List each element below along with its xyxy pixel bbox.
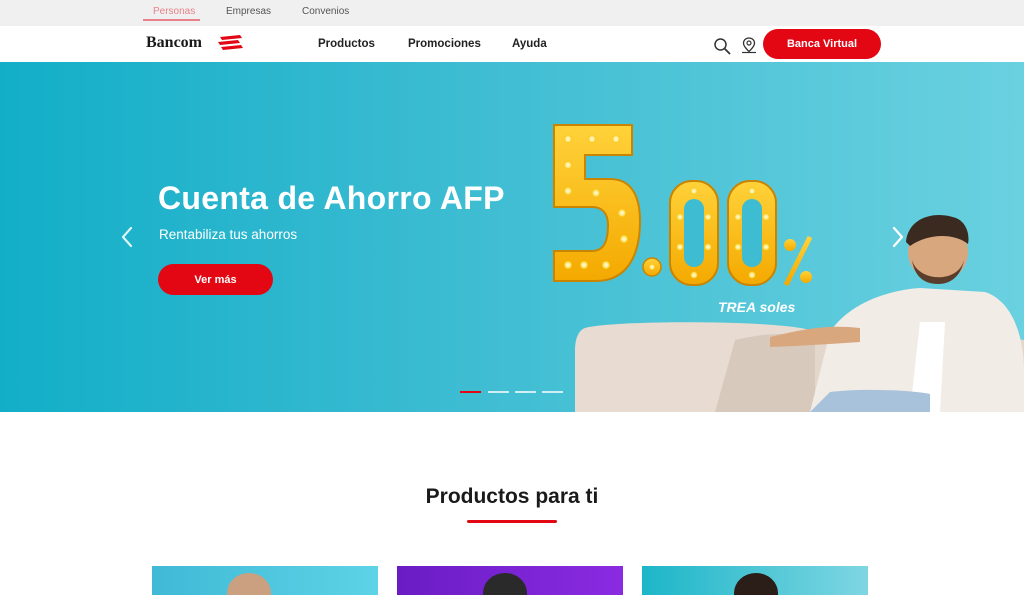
product-card-1[interactable] [152, 566, 378, 595]
segment-bar: Personas Empresas Convenios [0, 0, 1024, 26]
hero-title: Cuenta de Ahorro AFP [158, 180, 505, 216]
active-tab-indicator [143, 19, 200, 21]
rate-integer [553, 124, 642, 282]
products-section-title: Productos para ti [425, 485, 599, 508]
main-header: Bancom Productos Promociones Ayuda Banca… [0, 26, 1024, 62]
banca-virtual-button[interactable]: Banca Virtual [763, 29, 881, 59]
tab-convenios[interactable]: Convenios [302, 6, 349, 17]
smiling-man-illustration [770, 215, 1024, 412]
carousel-dot-4[interactable] [542, 391, 563, 393]
location-icon[interactable] [740, 36, 758, 54]
bancom-flag-logo-icon[interactable] [218, 35, 244, 52]
nav-productos[interactable]: Productos [318, 38, 375, 50]
product-photo [227, 573, 271, 595]
search-icon[interactable] [713, 37, 731, 55]
hero-subtitle: Rentabiliza tus ahorros [159, 227, 298, 242]
carousel-dot-1[interactable] [460, 391, 481, 393]
hero-carousel: Cuenta de Ahorro AFP Rentabiliza tus aho… [0, 62, 1024, 412]
carousel-dot-2[interactable] [488, 391, 509, 393]
carousel-dot-3[interactable] [515, 391, 536, 393]
rate-decimals [669, 180, 777, 286]
carousel-prev-arrow-icon[interactable] [117, 222, 137, 252]
tab-empresas[interactable]: Empresas [226, 6, 271, 17]
product-card-2[interactable] [397, 566, 623, 595]
ver-mas-button[interactable]: Ver más [158, 264, 273, 295]
logo-text[interactable]: Bancom [146, 34, 202, 52]
nav-ayuda[interactable]: Ayuda [512, 38, 547, 50]
tab-personas[interactable]: Personas [153, 6, 195, 17]
product-card-3[interactable] [642, 566, 868, 595]
nav-promociones[interactable]: Promociones [408, 38, 481, 50]
product-photo [734, 573, 778, 595]
title-underline [467, 520, 557, 523]
product-photo [483, 573, 527, 595]
